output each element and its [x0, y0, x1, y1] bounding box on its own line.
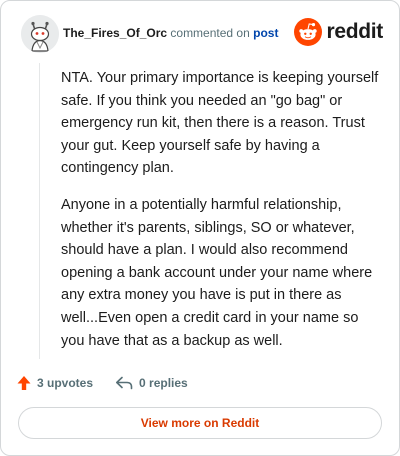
user-avatar[interactable]	[21, 15, 59, 53]
reddit-logo[interactable]: reddit	[294, 17, 383, 47]
upvote-count: 3 upvotes	[37, 376, 94, 390]
post-link[interactable]: post	[253, 26, 278, 40]
thread-line	[39, 63, 40, 359]
comment-paragraph: NTA. Your primary importance is keeping …	[61, 70, 379, 177]
comment-meta: The_Fires_Of_Orc commented on post	[63, 26, 278, 40]
reply-button[interactable]: 0 replies	[115, 376, 188, 390]
reply-count: 0 replies	[139, 376, 188, 390]
comment-paragraph: Anyone in a potentially harmful relation…	[61, 196, 373, 349]
snoo-avatar-icon	[21, 15, 59, 53]
reply-arrow-icon	[116, 376, 133, 390]
comment-header: The_Fires_Of_Orc commented on post reddi…	[21, 15, 383, 53]
username-link[interactable]: The_Fires_Of_Orc	[63, 26, 167, 40]
comment-embed-card: The_Fires_Of_Orc commented on post reddi…	[0, 0, 400, 456]
upvote-arrow-icon	[17, 376, 31, 390]
reddit-wordmark: reddit	[326, 20, 383, 43]
comment-body: NTA. Your primary importance is keeping …	[61, 67, 383, 366]
view-more-button[interactable]: View more on Reddit	[18, 407, 382, 439]
comment-actions: 3 upvotes 0 replies	[17, 373, 188, 393]
upvote-button[interactable]: 3 upvotes	[17, 375, 93, 391]
reddit-snoo-icon	[294, 18, 323, 46]
action-text: commented on	[170, 26, 250, 40]
